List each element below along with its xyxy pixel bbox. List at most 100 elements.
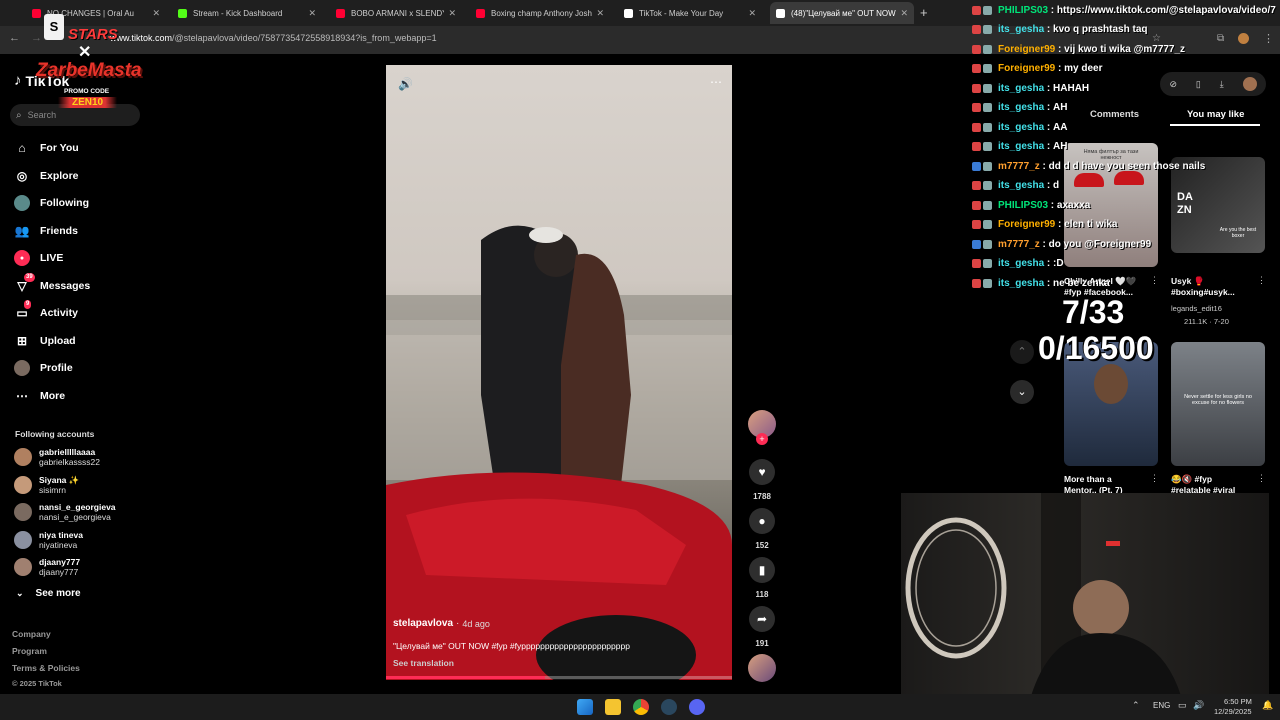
footer-terms[interactable]: Terms & Policies xyxy=(12,663,80,673)
tray-chevron-icon[interactable]: ⌃ xyxy=(1132,700,1140,711)
messages-icon: ▽ 39 xyxy=(17,272,35,293)
browser-tab[interactable]: BOBO ARMANI x SLENDY x PAN✕ xyxy=(330,2,462,24)
bookmark-icon[interactable]: ▮ xyxy=(749,557,775,583)
sidebar-item-friends[interactable]: 👥 Friends xyxy=(14,222,78,240)
tab-close-icon[interactable]: ✕ xyxy=(596,8,604,19)
next-video-button[interactable]: ⌄ xyxy=(1010,380,1034,404)
see-translation-link[interactable]: See translation xyxy=(393,658,728,668)
user-avatar[interactable] xyxy=(1242,77,1257,91)
suggested-caption-3[interactable]: More than a Mentor.. (Pt. 7) xyxy=(1064,474,1144,494)
video-author[interactable]: stelapavlova xyxy=(393,618,453,629)
video-frame xyxy=(386,225,732,680)
action-comment[interactable]: ● 152 xyxy=(748,508,776,550)
share-icon[interactable]: ➦ xyxy=(749,606,775,632)
following-account[interactable]: Siyana ✨ sisimrn xyxy=(14,474,79,496)
chat-text: AA xyxy=(1053,121,1068,133)
footer-program[interactable]: Program xyxy=(12,646,47,656)
following-account[interactable]: nansi_e_georgieva nansi_e_georgieva xyxy=(14,501,116,523)
action-heart[interactable]: ♥ 1788 xyxy=(748,459,776,501)
see-more-label: See more xyxy=(35,588,81,599)
tab-comments[interactable]: Comments xyxy=(1090,109,1139,120)
comment-icon[interactable]: ● xyxy=(749,508,775,534)
following-account[interactable]: gabrielllllaaaa gabrielkassss22 xyxy=(14,446,100,468)
search-icon: ⌕ xyxy=(16,109,22,121)
browser-tab[interactable]: Stream - Kick Dashboard ✕ xyxy=(172,2,322,24)
sidebar-item-messages[interactable]: ▽ 39 Messages xyxy=(14,272,90,295)
profile-avatar-browser[interactable] xyxy=(1238,33,1249,44)
url-path: /@stelapavlova/video/7587735472558918934… xyxy=(172,33,437,43)
action-count: 191 xyxy=(755,639,769,648)
heart-icon[interactable]: ♥ xyxy=(749,459,775,485)
video-more-icon[interactable]: ⋯ xyxy=(710,75,722,89)
tab-title: TikTok - Make Your Day xyxy=(639,8,724,18)
tab-title: BOBO ARMANI x SLENDY x PAN xyxy=(351,8,445,18)
sidebar-item-label: Profile xyxy=(40,362,73,374)
video-progress-track[interactable] xyxy=(386,676,732,679)
sidebar-item-following[interactable]: Following xyxy=(14,194,89,212)
tab-close-icon[interactable]: ✕ xyxy=(900,8,908,19)
collapse-icon[interactable]: ⊘ xyxy=(1169,79,1177,90)
suggested-author-2[interactable]: legands_edit16 xyxy=(1171,304,1222,313)
browser-tab[interactable]: TikTok - Make Your Day ✕ xyxy=(618,2,762,24)
sidebar-item-live[interactable]: ● LIVE xyxy=(14,249,63,267)
suggested-caption-2[interactable]: Usyk 🥊 #boxing#usyk... xyxy=(1171,276,1251,298)
chrome-icon[interactable] xyxy=(633,699,649,715)
volume-icon[interactable]: 🔊 xyxy=(398,77,413,91)
suggested-caption-4[interactable]: 😂🔇 #fyp #relatable #viral xyxy=(1171,474,1251,494)
clock-time[interactable]: 6:50 PM xyxy=(1224,697,1252,706)
following-account[interactable]: djaany777 djaany777 xyxy=(14,556,80,578)
download-icon[interactable]: ⤓ xyxy=(1220,79,1224,90)
sidebar-item-profile[interactable]: Profile xyxy=(14,359,73,377)
notification-bell-icon[interactable]: 🔔 xyxy=(1262,700,1273,711)
music-disc-avatar[interactable] xyxy=(748,654,776,682)
action-share[interactable]: ➦ 191 xyxy=(748,606,776,648)
sidebar-item-for-you[interactable]: ⌂ For You xyxy=(14,139,78,157)
suggested-more-icon[interactable]: ⋮ xyxy=(1150,473,1159,484)
browser-tab[interactable]: (48)"Целувай ме" OUT NOW ✕ xyxy=(770,2,914,24)
discord-icon[interactable] xyxy=(689,699,705,715)
clock-date[interactable]: 12/29/2025 xyxy=(1214,707,1252,716)
tab-close-icon[interactable]: ✕ xyxy=(748,8,756,19)
tab-favicon-icon xyxy=(178,8,187,18)
previous-video-button[interactable]: ⌃ xyxy=(1010,340,1034,364)
action-bookmark[interactable]: ▮ 118 xyxy=(748,557,776,599)
language-indicator[interactable]: ENG xyxy=(1153,701,1170,710)
tab-close-icon[interactable]: ✕ xyxy=(308,8,316,19)
chat-separator: : xyxy=(1044,180,1054,191)
volume-tray-icon[interactable]: 🔊 xyxy=(1193,700,1204,711)
footer-company[interactable]: Company xyxy=(12,629,51,639)
notification-badge: 9 xyxy=(24,300,32,309)
video-player[interactable]: 🔊 ⋯ stelapavlova · 4d ago "Целувай ме" O… xyxy=(386,65,732,680)
network-icon[interactable]: ▭ xyxy=(1178,700,1187,711)
suggested-more-icon[interactable]: ⋮ xyxy=(1257,275,1266,286)
phone-icon[interactable]: ▯ xyxy=(1196,79,1201,90)
chat-username: m7777_z xyxy=(998,160,1040,172)
windows-start-icon[interactable] xyxy=(577,699,593,715)
follow-plus-icon[interactable]: + xyxy=(756,433,768,445)
following-account[interactable]: niya tineva niyatineva xyxy=(14,529,83,551)
browser-menu-icon[interactable]: ⋮ xyxy=(1263,32,1274,45)
chat-badge-icon xyxy=(972,161,981,171)
account-name: nansi_e_georgieva xyxy=(39,502,116,512)
sidebar-item-activity[interactable]: ▭ 9 Activity xyxy=(14,300,78,322)
extensions-icon[interactable]: ⧉ xyxy=(1217,33,1224,44)
new-tab-button[interactable]: + xyxy=(920,5,928,20)
chat-separator: : xyxy=(1044,277,1054,289)
sidebar-item-more[interactable]: ⋯ More xyxy=(14,387,65,405)
back-icon[interactable]: ← xyxy=(9,32,20,44)
url-field[interactable]: www.tiktok.com/@stelapavlova/video/75877… xyxy=(110,33,437,43)
tab-close-icon[interactable]: ✕ xyxy=(152,8,160,19)
steam-icon[interactable] xyxy=(661,699,677,715)
browser-tab[interactable]: Boxing champ Anthony Joshua ✕ xyxy=(470,2,610,24)
file-explorer-icon[interactable] xyxy=(605,699,621,715)
see-more-button[interactable]: ⌄ See more xyxy=(16,588,81,599)
tab-close-icon[interactable]: ✕ xyxy=(448,8,456,19)
suggested-more-icon[interactable]: ⋮ xyxy=(1150,275,1159,286)
suggested-thumb-4[interactable]: Never settle for less girls no excuse fo… xyxy=(1171,342,1265,466)
sidebar-item-upload[interactable]: ⊞ Upload xyxy=(14,332,76,350)
chat-username: its_gesha xyxy=(998,24,1045,35)
tab-you-may-like[interactable]: You may like xyxy=(1187,109,1244,120)
chat-badge-icon xyxy=(972,83,981,93)
suggested-more-icon[interactable]: ⋮ xyxy=(1257,473,1266,484)
sidebar-item-explore[interactable]: ◎ Explore xyxy=(14,167,79,185)
